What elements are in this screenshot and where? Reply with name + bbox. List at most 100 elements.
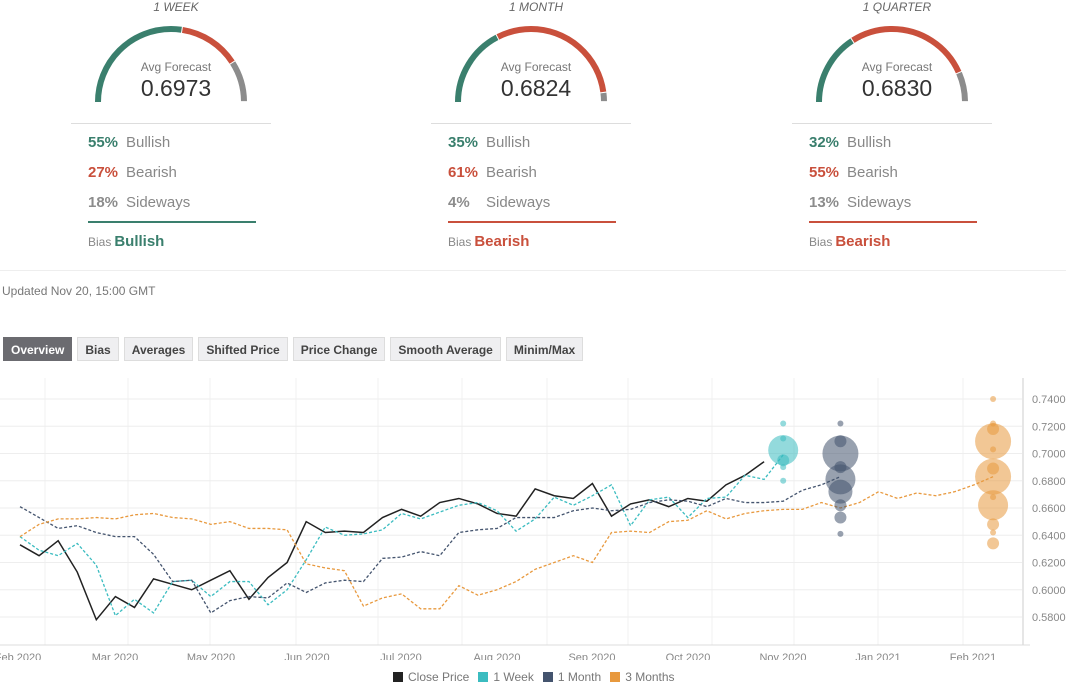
forecast-bubble-3-months[interactable] bbox=[987, 422, 1000, 435]
sideways-percent: 13% bbox=[809, 194, 840, 211]
forecast-chart: 0.5800 0.6000 0.6200 0.6400 0.6600 0.6800 0.70… bbox=[0, 378, 1066, 660]
divider bbox=[431, 123, 631, 124]
avg-forecast-value: 0.6830 bbox=[861, 75, 933, 101]
bullish-percent: 55% bbox=[88, 134, 119, 151]
x-tick-label: May 2020 bbox=[187, 652, 235, 660]
series-line-close-price bbox=[19, 461, 765, 622]
tab-bias[interactable]: Bias bbox=[77, 337, 119, 361]
section-divider bbox=[0, 270, 1066, 271]
period-title: 1 QUARTER bbox=[862, 0, 932, 14]
bearish-label: Bearish bbox=[486, 164, 537, 181]
tab-smooth-average[interactable]: Smooth Average bbox=[390, 337, 501, 361]
bias-label: Bias bbox=[448, 235, 472, 249]
sideways-row: 4% Sideways bbox=[448, 194, 550, 211]
sideways-row: 13% Sideways bbox=[809, 194, 911, 211]
avg-forecast-label: Avg Forecast bbox=[140, 60, 212, 74]
y-tick-label: 0.7200 bbox=[1032, 421, 1066, 433]
y-tick-label: 0.7000 bbox=[1032, 449, 1066, 461]
forecast-bubble-1-week[interactable] bbox=[780, 477, 787, 484]
sideways-label: Sideways bbox=[847, 194, 912, 211]
legend-swatch bbox=[478, 672, 489, 682]
forecast-bubble-1-month[interactable] bbox=[837, 530, 844, 537]
bearish-row: 27% Bearish bbox=[88, 164, 177, 181]
bias-underline bbox=[88, 221, 256, 223]
y-tick-label: 0.6200 bbox=[1032, 558, 1066, 570]
y-tick-label: 0.5800 bbox=[1032, 612, 1066, 624]
period-title: 1 MONTH bbox=[509, 0, 563, 14]
x-tick-label: Nov 2020 bbox=[759, 652, 806, 660]
bias-label: Bias bbox=[88, 235, 112, 249]
tab-averages[interactable]: Averages bbox=[123, 337, 194, 361]
forecast-bubble-1-month[interactable] bbox=[834, 461, 847, 474]
legend-swatch bbox=[542, 672, 553, 682]
y-tick-label: 0.6000 bbox=[1032, 585, 1066, 597]
tab-price-change[interactable]: Price Change bbox=[292, 337, 386, 361]
x-tick-label: Aug 2020 bbox=[473, 652, 520, 660]
bullish-label: Bullish bbox=[126, 134, 171, 151]
tab-shifted-price[interactable]: Shifted Price bbox=[198, 337, 288, 361]
y-tick-label: 0.6800 bbox=[1032, 476, 1066, 488]
avg-forecast-value: 0.6824 bbox=[500, 75, 572, 101]
x-tick-label: Feb 2021 bbox=[950, 652, 996, 660]
bearish-row: 55% Bearish bbox=[809, 164, 898, 181]
updated-timestamp: Updated Nov 20, 15:00 GMT bbox=[2, 284, 156, 298]
bias: Bias Bearish bbox=[809, 233, 890, 250]
forecast-bubble-1-month[interactable] bbox=[837, 420, 844, 427]
bearish-percent: 61% bbox=[448, 164, 479, 181]
tab-overview[interactable]: Overview bbox=[3, 337, 73, 361]
forecast-bubble-1-month[interactable] bbox=[834, 499, 847, 512]
sideways-row: 18% Sideways bbox=[88, 194, 190, 211]
x-tick-label: Feb 2020 bbox=[0, 652, 41, 660]
forecast-bubble-3-months[interactable] bbox=[987, 537, 1000, 550]
bearish-percent: 27% bbox=[88, 164, 119, 181]
divider bbox=[71, 123, 271, 124]
bias: Bias Bearish bbox=[448, 233, 529, 250]
y-tick-label: 0.6600 bbox=[1032, 503, 1066, 515]
bearish-label: Bearish bbox=[126, 164, 177, 181]
bullish-label: Bullish bbox=[847, 134, 892, 151]
forecast-bubble-1-month[interactable] bbox=[834, 435, 847, 448]
chart-tabs: Overview Bias Averages Shifted Price Price C… bbox=[3, 337, 584, 361]
bullish-row: 55% Bullish bbox=[88, 134, 170, 151]
forecast-bubble-3-months[interactable] bbox=[987, 462, 1000, 475]
forecast-bubble-1-week[interactable] bbox=[780, 464, 787, 471]
y-tick-label: 0.7400 bbox=[1032, 394, 1066, 406]
tab-minim-max[interactable]: Minim/Max bbox=[505, 337, 584, 361]
avg-forecast-label: Avg Forecast bbox=[500, 60, 572, 74]
x-tick-label: Jun 2020 bbox=[284, 652, 329, 660]
forecast-bubble-3-months[interactable] bbox=[987, 518, 1000, 531]
x-tick-label: Mar 2020 bbox=[92, 652, 138, 660]
legend-swatch bbox=[610, 672, 621, 682]
y-tick-label: 0.6400 bbox=[1032, 530, 1066, 542]
forecast-bubble-3-months[interactable] bbox=[990, 494, 997, 501]
bearish-row: 61% Bearish bbox=[448, 164, 537, 181]
forecast-bubble-3-months[interactable] bbox=[990, 529, 997, 536]
forecast-bubble-1-week[interactable] bbox=[780, 420, 787, 427]
bias-label: Bias bbox=[809, 235, 833, 249]
forecast-bubble-1-week[interactable] bbox=[780, 435, 787, 442]
x-tick-label: Jul 2020 bbox=[380, 652, 422, 660]
period-title: 1 WEEK bbox=[153, 0, 199, 14]
sideways-label: Sideways bbox=[126, 194, 191, 211]
forecast-bubble-3-months[interactable] bbox=[990, 396, 997, 402]
bullish-row: 35% Bullish bbox=[448, 134, 530, 151]
avg-forecast-label: Avg Forecast bbox=[861, 60, 933, 74]
bias: Bias Bullish bbox=[88, 233, 164, 250]
forecast-bubble-1-month[interactable] bbox=[834, 511, 847, 524]
legend-swatch bbox=[393, 672, 403, 682]
forecast-bubble-3-months[interactable] bbox=[990, 446, 997, 453]
x-tick-label: Jan 2021 bbox=[855, 652, 900, 660]
bearish-label: Bearish bbox=[847, 164, 898, 181]
bias-underline bbox=[809, 221, 977, 223]
bullish-row: 32% Bullish bbox=[809, 134, 891, 151]
bias-value: Bearish bbox=[835, 233, 891, 250]
divider bbox=[792, 123, 992, 124]
x-tick-label: Oct 2020 bbox=[666, 652, 711, 660]
bearish-percent: 55% bbox=[809, 164, 840, 181]
bias-value: Bearish bbox=[474, 233, 530, 250]
sideways-percent: 18% bbox=[88, 194, 119, 211]
bullish-label: Bullish bbox=[486, 134, 531, 151]
bullish-percent: 35% bbox=[448, 134, 479, 151]
bias-value: Bullish bbox=[114, 233, 165, 250]
x-tick-label: Sep 2020 bbox=[568, 652, 615, 660]
